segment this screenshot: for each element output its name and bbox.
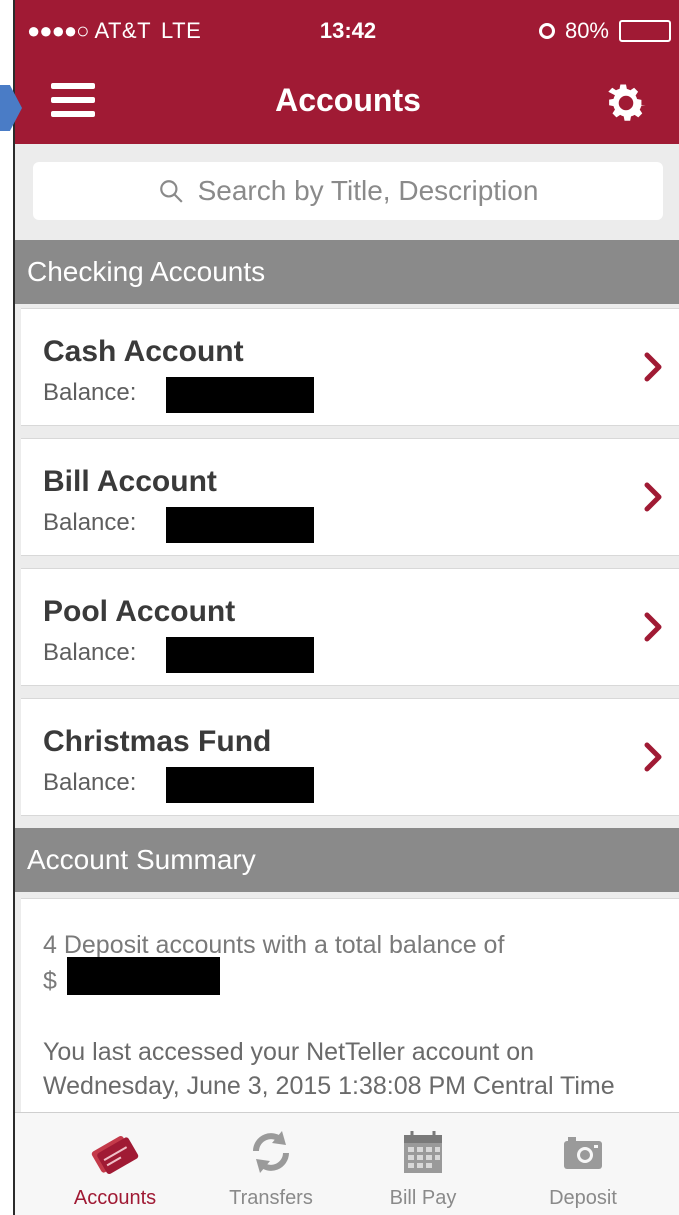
chevron-right-icon (644, 612, 662, 642)
tab-accounts[interactable]: Accounts (45, 1113, 185, 1215)
balance-label: Balance: (43, 769, 137, 796)
deposit-summary-text: 4 Deposit accounts with a total balance … (43, 931, 505, 959)
tab-label: Deposit (549, 1187, 617, 1209)
tab-label: Bill Pay (389, 1187, 457, 1209)
calendar-icon (404, 1131, 442, 1173)
account-name: Christmas Fund (43, 725, 272, 758)
camera-icon (564, 1137, 602, 1169)
chevron-right-icon (644, 352, 662, 382)
chevron-right-icon (644, 482, 662, 512)
battery-percent: 80% (564, 18, 609, 43)
search-area: Search by Title, Description (15, 144, 679, 240)
battery-icon (619, 20, 671, 42)
currency-prefix: $ (43, 967, 57, 995)
section-header-summary: Account Summary (15, 828, 679, 892)
alarm-icon (538, 23, 555, 39)
balance-label: Balance: (43, 509, 137, 536)
redacted-balance (166, 767, 314, 803)
card-icon (91, 1135, 139, 1175)
redacted-total (67, 957, 220, 995)
account-card-pool[interactable]: Pool Account Balance: (21, 568, 679, 686)
chevron-right-icon (644, 742, 662, 772)
status-bar: ●●●●○ AT&T LTE 13:42 80% (15, 0, 679, 62)
tab-deposit[interactable]: Deposit (513, 1113, 653, 1215)
search-icon (159, 180, 183, 203)
balance-label: Balance: (43, 639, 137, 666)
account-card-cash[interactable]: Cash Account Balance: (21, 308, 679, 426)
redacted-balance (166, 377, 314, 413)
refresh-icon (253, 1131, 289, 1173)
account-name: Pool Account (43, 595, 236, 628)
page-title: Accounts (275, 82, 421, 118)
search-input[interactable]: Search by Title, Description (33, 162, 663, 220)
search-placeholder: Search by Title, Description (197, 175, 539, 206)
section-header-checking: Checking Accounts (15, 240, 679, 304)
nav-bar: Accounts (15, 62, 679, 144)
tab-bar: Accounts Transfers Bill Pay Deposit (15, 1112, 679, 1215)
account-summary-card: 4 Deposit accounts with a total balance … (21, 898, 679, 1112)
status-right: 80% (538, 18, 671, 44)
tab-transfers[interactable]: Transfers (201, 1113, 341, 1215)
account-name: Cash Account (43, 335, 244, 368)
account-name: Bill Account (43, 465, 217, 498)
tab-label: Transfers (229, 1187, 313, 1209)
redacted-balance (166, 507, 314, 543)
last-access-text: You last accessed your NetTeller account… (43, 1038, 615, 1100)
tab-bill-pay[interactable]: Bill Pay (353, 1113, 493, 1215)
redacted-balance (166, 637, 314, 673)
tab-label: Accounts (73, 1187, 157, 1209)
account-card-christmas[interactable]: Christmas Fund Balance: (21, 698, 679, 816)
gear-icon[interactable] (601, 78, 651, 128)
account-card-bill[interactable]: Bill Account Balance: (21, 438, 679, 556)
phone-screen: ●●●●○ AT&T LTE 13:42 80% Accounts Search b… (13, 0, 679, 1215)
balance-label: Balance: (43, 379, 137, 406)
